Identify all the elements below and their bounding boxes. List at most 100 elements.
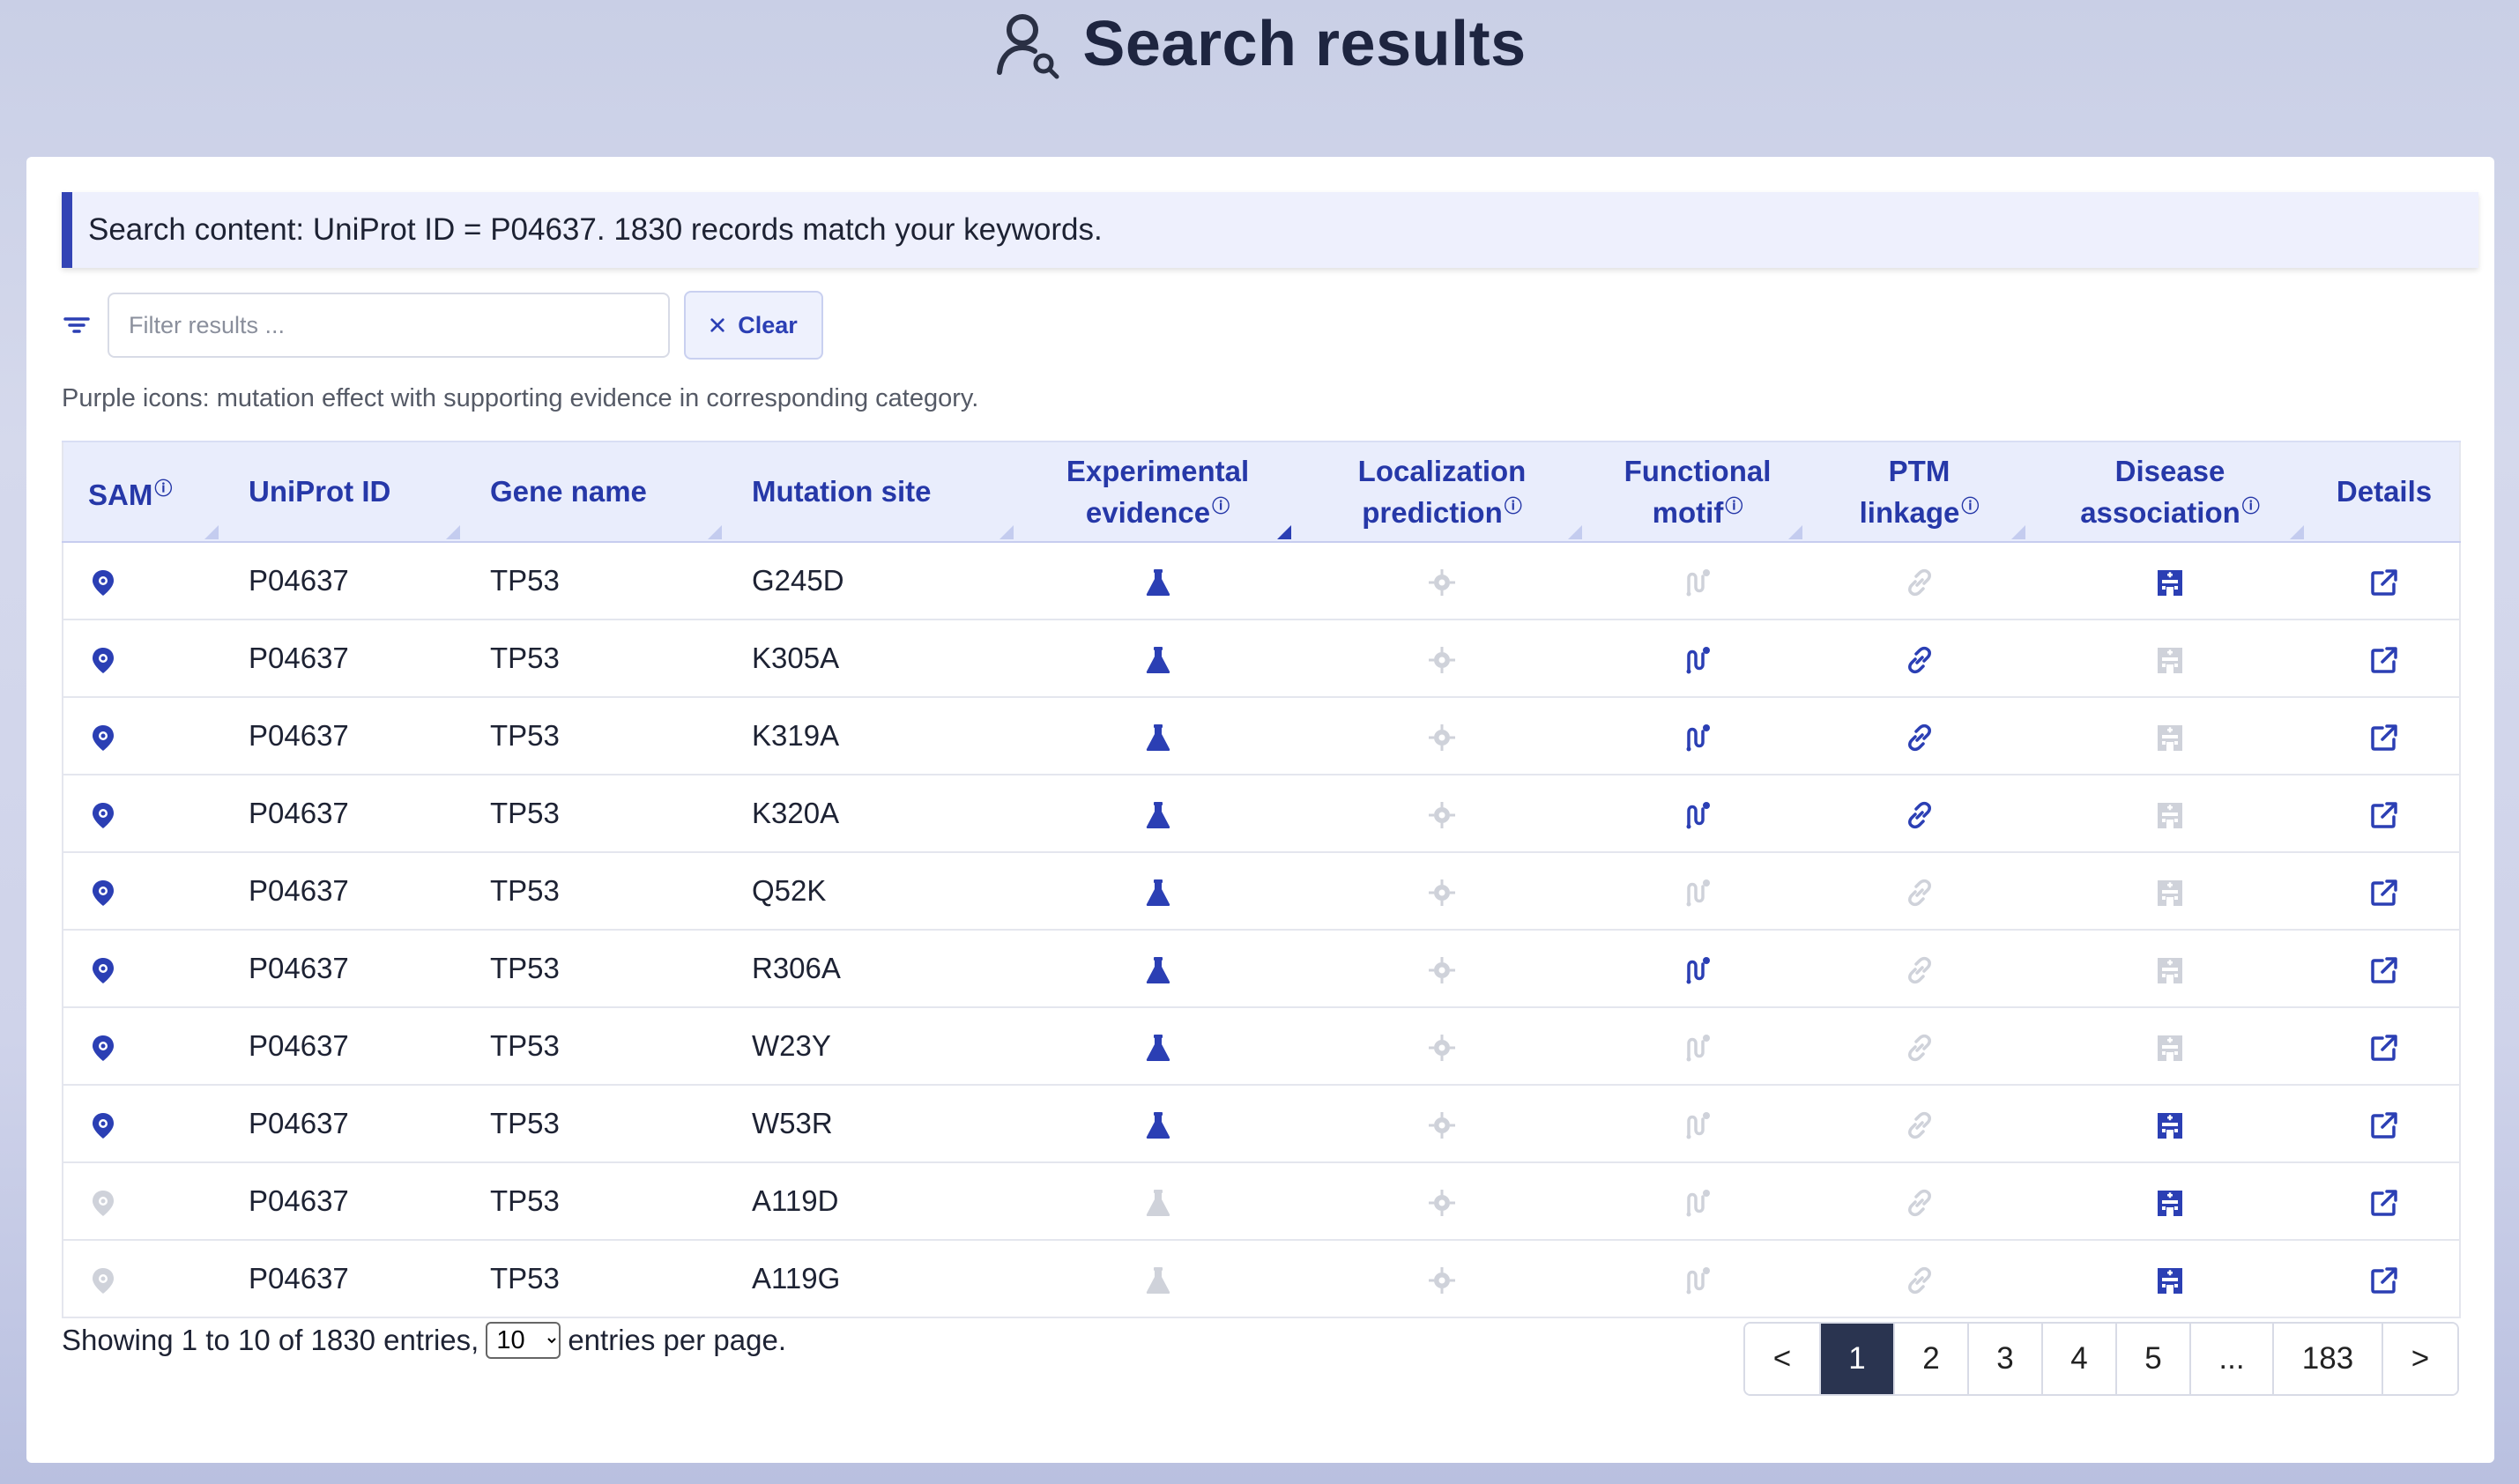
sort-indicator [2290, 525, 2304, 539]
crosshair-icon [1429, 1267, 1455, 1295]
column-header-experimental-evidence[interactable]: Experimental evidence ⓘ [1019, 441, 1297, 543]
uniprot-id-cell: P04637 [224, 775, 465, 853]
motif-cell [1587, 775, 1808, 853]
pagination-next-button[interactable]: > [2383, 1324, 2457, 1394]
loc-cell [1297, 542, 1587, 620]
motif-path-icon [1686, 1190, 1710, 1217]
column-header-localization-prediction[interactable]: Localization prediction ⓘ [1297, 441, 1587, 543]
details-cell[interactable] [2309, 852, 2460, 931]
details-cell[interactable] [2309, 620, 2460, 698]
dis-cell [2031, 1162, 2309, 1241]
details-cell[interactable] [2309, 542, 2460, 620]
column-header-uniprot-id[interactable]: UniProt ID [224, 441, 465, 543]
column-header-ptm-linkage[interactable]: PTM linkage ⓘ [1808, 441, 2031, 543]
pagination-page-3[interactable]: 3 [1969, 1324, 2043, 1394]
exp-cell [1019, 1085, 1297, 1163]
hospital-icon [2158, 958, 2182, 984]
external-link-icon[interactable] [2369, 878, 2399, 908]
motif-path-icon [1686, 569, 1710, 597]
external-link-icon[interactable] [2369, 800, 2399, 830]
dis-cell [2031, 697, 2309, 775]
mutation-site-cell: K320A [727, 775, 1019, 853]
pagination-ellipsis[interactable]: ... [2191, 1324, 2274, 1394]
external-link-icon[interactable] [2369, 955, 2399, 985]
details-cell[interactable] [2309, 1162, 2460, 1241]
motif-path-icon [1686, 724, 1710, 752]
column-header-functional-motif[interactable]: Functional motif ⓘ [1587, 441, 1808, 543]
mutation-site-cell: Q52K [727, 852, 1019, 931]
loc-cell [1297, 1162, 1587, 1241]
info-icon[interactable]: ⓘ [1212, 497, 1230, 516]
uniprot-id-cell: P04637 [224, 1085, 465, 1163]
pagination-page-2[interactable]: 2 [1895, 1324, 1969, 1394]
details-cell[interactable] [2309, 1240, 2460, 1318]
external-link-icon[interactable] [2369, 1110, 2399, 1140]
motif-path-icon [1686, 802, 1710, 829]
exp-cell [1019, 1162, 1297, 1241]
link-icon [1907, 1190, 1931, 1217]
info-icon[interactable]: ⓘ [1725, 497, 1742, 516]
column-header-gene-name[interactable]: Gene name [465, 441, 727, 543]
pagination-page-4[interactable]: 4 [2043, 1324, 2117, 1394]
motif-cell [1587, 1085, 1808, 1163]
info-icon[interactable]: ⓘ [2242, 497, 2260, 516]
clear-button[interactable]: Clear [684, 291, 823, 360]
sam-cell [63, 697, 224, 775]
sam-cell [63, 930, 224, 1008]
hospital-icon [2158, 1268, 2182, 1295]
dis-cell [2031, 775, 2309, 853]
details-cell[interactable] [2309, 697, 2460, 775]
column-header-sam[interactable]: SAM ⓘ [63, 441, 224, 543]
pagination-page-183[interactable]: 183 [2274, 1324, 2383, 1394]
pagination-page-1[interactable]: 1 [1821, 1324, 1895, 1394]
external-link-icon[interactable] [2369, 723, 2399, 753]
filter-icon [63, 317, 90, 333]
hospital-icon [2158, 725, 2182, 752]
location-pin-icon [93, 725, 114, 752]
details-cell[interactable] [2309, 1085, 2460, 1163]
table-row: P04637 TP53 R306A [63, 930, 2460, 1008]
external-link-icon[interactable] [2369, 645, 2399, 675]
ptm-cell [1808, 542, 2031, 620]
external-link-icon[interactable] [2369, 568, 2399, 597]
motif-path-icon [1686, 957, 1710, 984]
info-icon[interactable]: ⓘ [1961, 497, 1979, 516]
link-icon [1907, 879, 1931, 907]
gene-name-cell: TP53 [465, 620, 727, 698]
sort-indicator [999, 525, 1014, 539]
mutation-site-cell: K319A [727, 697, 1019, 775]
external-link-icon[interactable] [2369, 1033, 2399, 1063]
info-icon[interactable]: ⓘ [154, 479, 172, 499]
sam-cell [63, 1240, 224, 1318]
uniprot-id-cell: P04637 [224, 1240, 465, 1318]
filter-input[interactable] [108, 293, 670, 358]
uniprot-id-cell: P04637 [224, 1007, 465, 1086]
hospital-icon [2158, 1035, 2182, 1062]
sort-indicator [1788, 525, 1802, 539]
gene-name-cell: TP53 [465, 852, 727, 931]
column-header-mutation-site[interactable]: Mutation site [727, 441, 1019, 543]
link-icon [1907, 569, 1931, 597]
uniprot-id-cell: P04637 [224, 620, 465, 698]
pagination-page-5[interactable]: 5 [2117, 1324, 2191, 1394]
sam-cell [63, 1162, 224, 1241]
column-header-disease-association[interactable]: Disease association ⓘ [2031, 441, 2309, 543]
details-cell[interactable] [2309, 1007, 2460, 1086]
results-card: Search content: UniProt ID = P04637. 183… [26, 157, 2494, 1463]
info-icon[interactable]: ⓘ [1505, 497, 1522, 516]
exp-cell [1019, 697, 1297, 775]
entries-per-page-select[interactable]: 102550100 [486, 1322, 561, 1359]
external-link-icon[interactable] [2369, 1188, 2399, 1218]
ptm-cell [1808, 1085, 2031, 1163]
motif-cell [1587, 1240, 1808, 1318]
ptm-cell [1808, 620, 2031, 698]
ptm-cell [1808, 775, 2031, 853]
sam-cell [63, 852, 224, 931]
external-link-icon[interactable] [2369, 1265, 2399, 1295]
gene-name-cell: TP53 [465, 542, 727, 620]
details-cell[interactable] [2309, 930, 2460, 1008]
motif-cell [1587, 542, 1808, 620]
pagination-prev-button[interactable]: < [1745, 1324, 1821, 1394]
flask-icon [1146, 1035, 1170, 1062]
details-cell[interactable] [2309, 775, 2460, 853]
